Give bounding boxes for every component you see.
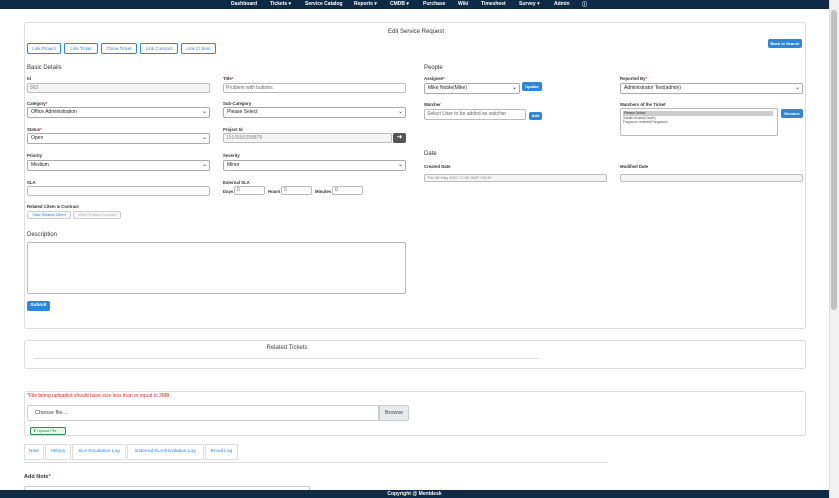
subcategory-select[interactable]: Please Select ⌄ <box>223 107 406 118</box>
people-heading: People <box>424 65 443 71</box>
divider <box>34 358 539 359</box>
minutes-label: Minutes <box>315 189 332 194</box>
subcategory-label: Sub-Category <box>223 101 252 106</box>
chevron-down-icon: ⌄ <box>201 109 207 115</box>
tab-history[interactable]: History <box>45 444 71 460</box>
title-field[interactable]: Problem with buttons <box>223 83 406 93</box>
chevron-down-icon: ⌄ <box>397 109 403 115</box>
watcher-label: Watcher <box>424 102 441 107</box>
days-label: Days <box>223 189 234 194</box>
chevron-down-icon: ⌄ <box>201 135 207 141</box>
basic-details-heading: Basic Details <box>27 65 62 71</box>
chevron-down-icon: ⌄ <box>397 162 403 168</box>
nav-timesheet[interactable]: Timesheet <box>481 1 506 7</box>
reported-by-select[interactable]: Administrator Test(admin) ⌄ <box>620 83 803 94</box>
description-label: Description <box>27 232 58 238</box>
related-citem-contract-label: Related Citem & Contract <box>27 204 79 209</box>
upload-size-warning: *File being uploaded should have size le… <box>27 393 170 399</box>
watchers-listbox[interactable]: Please Select Sarath Anand(Sarith) Farga… <box>620 108 778 136</box>
chevron-down-icon: ⌄ <box>794 85 800 91</box>
upload-icon: ⬆ <box>33 429 37 433</box>
hours-field[interactable]: 0 <box>281 186 312 195</box>
footer: Copyright @ Mentdesk <box>0 490 829 498</box>
info-circle-icon[interactable]: ⓘ <box>582 1 587 8</box>
link-ci-item-button[interactable]: Link CI Item <box>181 43 216 54</box>
status-label: Status* <box>27 127 42 132</box>
severity-select[interactable]: Minor ⌄ <box>223 160 406 171</box>
nav-wiki[interactable]: Wiki <box>458 1 468 7</box>
priority-select[interactable]: Medium ⌄ <box>27 160 210 171</box>
scrollbar-thumb[interactable] <box>831 10 837 310</box>
tab-external-sla-escalation-log[interactable]: External SLA Escalation Log <box>127 444 204 460</box>
nav-purchase[interactable]: Purchase <box>423 1 446 7</box>
project-id-field: 1510550258879 <box>223 133 392 143</box>
view-related-contract-button[interactable]: View Related Contract <box>73 211 121 219</box>
category-select[interactable]: Office Administration ⌄ <box>27 107 210 118</box>
watcher-input[interactable]: Select User to be added as watcher <box>424 109 526 120</box>
nav-survey[interactable]: Survey ▾ <box>519 1 540 7</box>
add-watcher-button[interactable]: Add <box>529 112 542 120</box>
update-button[interactable]: Update <box>522 82 542 91</box>
upload-file-button[interactable]: ⬆ Upload File <box>30 427 66 435</box>
link-contract-button[interactable]: Link Contract <box>140 43 178 54</box>
list-item[interactable]: Fargason refaeek(Fargason) <box>623 120 668 124</box>
nav-dashboard[interactable]: Dashboard <box>231 1 257 7</box>
tab-email-log[interactable]: Email Log <box>205 444 238 460</box>
status-select[interactable]: Open ⌄ <box>27 133 210 144</box>
modified-date-label: Modified Date <box>620 164 649 169</box>
date-heading: Date <box>424 151 437 157</box>
tab-sla-escalation-log[interactable]: SLA Escalation Log <box>72 444 126 460</box>
nav-tickets[interactable]: Tickets ▾ <box>270 1 291 7</box>
view-related-citem-button[interactable]: View Related Citem <box>27 211 71 219</box>
nav-reports[interactable]: Reports ▾ <box>354 1 377 7</box>
clone-ticket-button[interactable]: Clone Ticket <box>101 43 137 54</box>
tab-note[interactable]: Note <box>24 444 44 460</box>
nav-service-catalog[interactable]: Service Catalog <box>305 1 343 7</box>
sla-field[interactable] <box>27 186 210 196</box>
back-to-search-button[interactable]: Back to Search <box>768 39 802 48</box>
top-navbar: Dashboard Tickets ▾ Service Catalog Repo… <box>0 0 829 9</box>
id-field: 863 <box>27 83 210 93</box>
chevron-down-icon: ⌄ <box>511 85 517 91</box>
minutes-field[interactable]: 0 <box>332 186 363 195</box>
created-date-label: Created Date <box>424 164 451 169</box>
created-date-field: Thu 06 May 2021 17:00 GMT+05:30 <box>424 174 607 182</box>
page-title: Edit Service Request <box>387 29 445 35</box>
category-label: Category* <box>27 101 48 106</box>
choose-file-input[interactable]: Choose file... <box>27 405 379 421</box>
hours-label: Hours <box>268 189 281 194</box>
link-project-button[interactable]: Link Project <box>27 43 61 54</box>
severity-label: Severity <box>223 153 240 158</box>
related-tickets-panel: Related Tickets <box>24 340 806 369</box>
submit-button[interactable]: Submit <box>27 301 50 311</box>
remove-watcher-button[interactable]: Remove <box>781 109 803 118</box>
browse-button[interactable]: Browse <box>379 405 409 421</box>
priority-label: Priority <box>27 153 43 158</box>
sla-label: SLA <box>27 180 36 185</box>
nav-cmdb[interactable]: CMDB ▾ <box>390 1 409 7</box>
assignee-label: Assignee* <box>424 76 445 81</box>
reported-by-label: Reported By* <box>620 76 648 81</box>
related-tickets-heading: Related Tickets <box>266 345 308 351</box>
id-label: Id <box>27 76 31 81</box>
arrow-right-icon[interactable]: ➜ <box>393 133 406 143</box>
chevron-down-icon: ⌄ <box>201 162 207 168</box>
title-label: Title* <box>223 76 234 81</box>
tabs-divider <box>24 462 608 463</box>
add-note-label: Add Note* <box>24 474 51 480</box>
nav-admin[interactable]: Admin <box>554 1 570 7</box>
project-id-label: Project Id <box>223 127 243 132</box>
description-textarea[interactable] <box>27 242 406 294</box>
watchers-of-ticket-label: Watchers of the Ticket <box>620 102 666 107</box>
link-ticket-button[interactable]: Link Ticket <box>64 43 98 54</box>
external-sla-label: External SLA <box>223 180 250 185</box>
modified-date-field <box>620 174 803 182</box>
days-field[interactable]: 0 <box>234 186 265 195</box>
assignee-select[interactable]: Mike Noble(Mike) ⌄ <box>424 83 520 94</box>
